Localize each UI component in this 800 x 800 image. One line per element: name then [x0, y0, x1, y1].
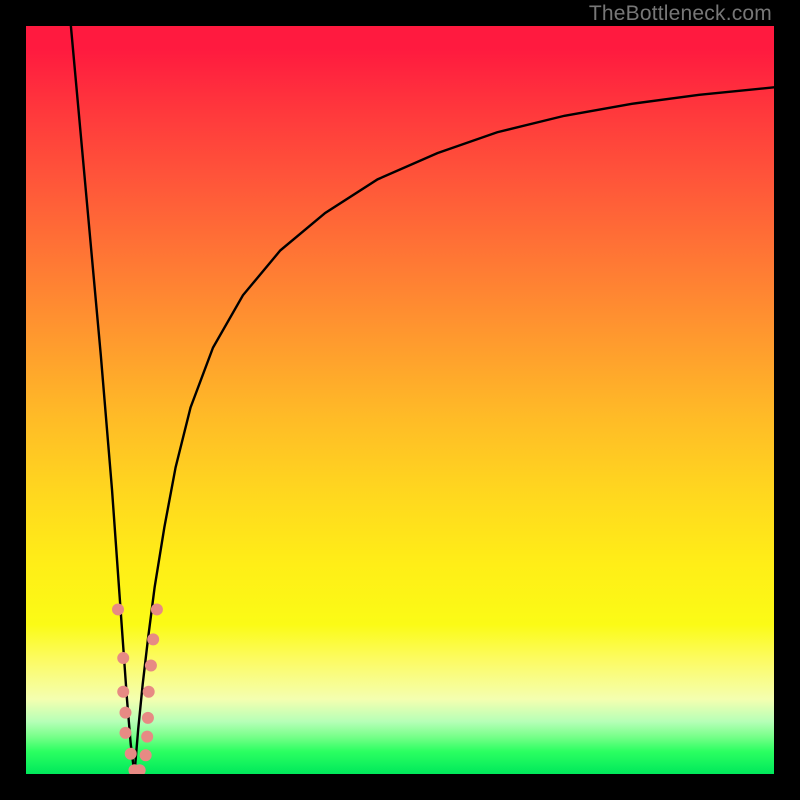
data-marker: [117, 686, 129, 698]
data-marker: [112, 603, 124, 615]
data-marker: [141, 731, 153, 743]
data-marker: [119, 727, 131, 739]
chart-plot-area: [26, 26, 774, 774]
chart-svg-overlay: [26, 26, 774, 774]
chart-black-frame: TheBottleneck.com: [0, 0, 800, 800]
data-marker: [145, 660, 157, 672]
curve-right-branch: [134, 87, 774, 774]
data-marker: [147, 633, 159, 645]
data-marker: [140, 749, 152, 761]
data-marker: [142, 712, 154, 724]
data-marker: [143, 686, 155, 698]
data-marker: [117, 652, 129, 664]
watermark-site-name: TheBottleneck.com: [589, 2, 772, 26]
data-marker: [125, 748, 137, 760]
data-marker: [119, 707, 131, 719]
data-marker: [151, 603, 163, 615]
